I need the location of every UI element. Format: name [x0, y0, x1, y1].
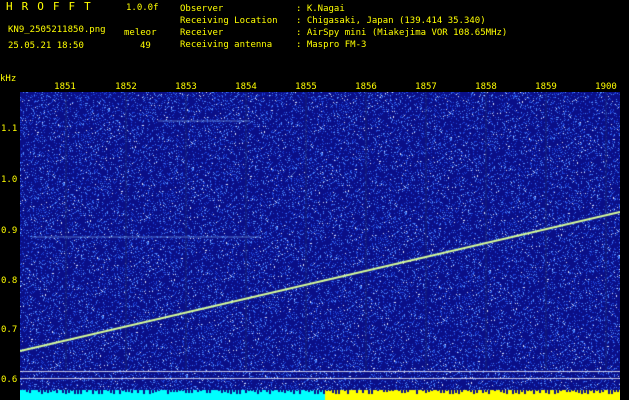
observer-value: : K.Nagai — [296, 4, 345, 14]
y-tick-0-7: 0.7 — [1, 325, 18, 335]
antenna-label: Receiving antenna — [180, 40, 273, 50]
station-label: meleor — [124, 28, 157, 38]
receiver-label: Receiver — [180, 28, 224, 38]
y-tick-0-9: 0.9 — [1, 226, 18, 236]
x-tick-1854: 1854 — [235, 82, 257, 92]
x-tick-1857: 1857 — [415, 82, 437, 92]
observer-label: Observer — [180, 4, 224, 14]
x-tick-1851: 1851 — [54, 82, 76, 92]
x-tick-1853: 1853 — [175, 82, 197, 92]
location-value: : Chigasaki, Japan (139.414 35.340) — [296, 16, 486, 26]
datetime-label: 25.05.21 18:50 — [8, 41, 84, 51]
y-tick-0-8: 0.8 — [1, 276, 18, 286]
x-tick-1900: 1900 — [595, 82, 617, 92]
spectrogram-plot — [20, 92, 620, 400]
x-tick-1858: 1858 — [475, 82, 497, 92]
unit-label: kHz — [0, 74, 17, 84]
filename-label: KN9_2505211850.png — [8, 25, 106, 35]
version-label: 1.0.0f — [126, 3, 159, 13]
antenna-value: : Maspro FM-3 — [296, 40, 367, 50]
y-tick-1-1: 1.1 — [1, 124, 18, 134]
x-tick-1859: 1859 — [535, 82, 557, 92]
spectrogram-canvas — [20, 92, 620, 400]
y-tick-0-6: 0.6 — [1, 375, 18, 385]
x-tick-1852: 1852 — [115, 82, 137, 92]
location-label: Receiving Location — [180, 16, 278, 26]
receiver-value: : AirSpy mini (Miakejima VOR 108.65MHz) — [296, 28, 508, 38]
y-tick-1-0: 1.0 — [1, 175, 18, 185]
x-tick-1855: 1855 — [295, 82, 317, 92]
app-logo: HROFFT — [6, 0, 100, 13]
count-label: 49 — [140, 41, 151, 51]
x-tick-1856: 1856 — [355, 82, 377, 92]
